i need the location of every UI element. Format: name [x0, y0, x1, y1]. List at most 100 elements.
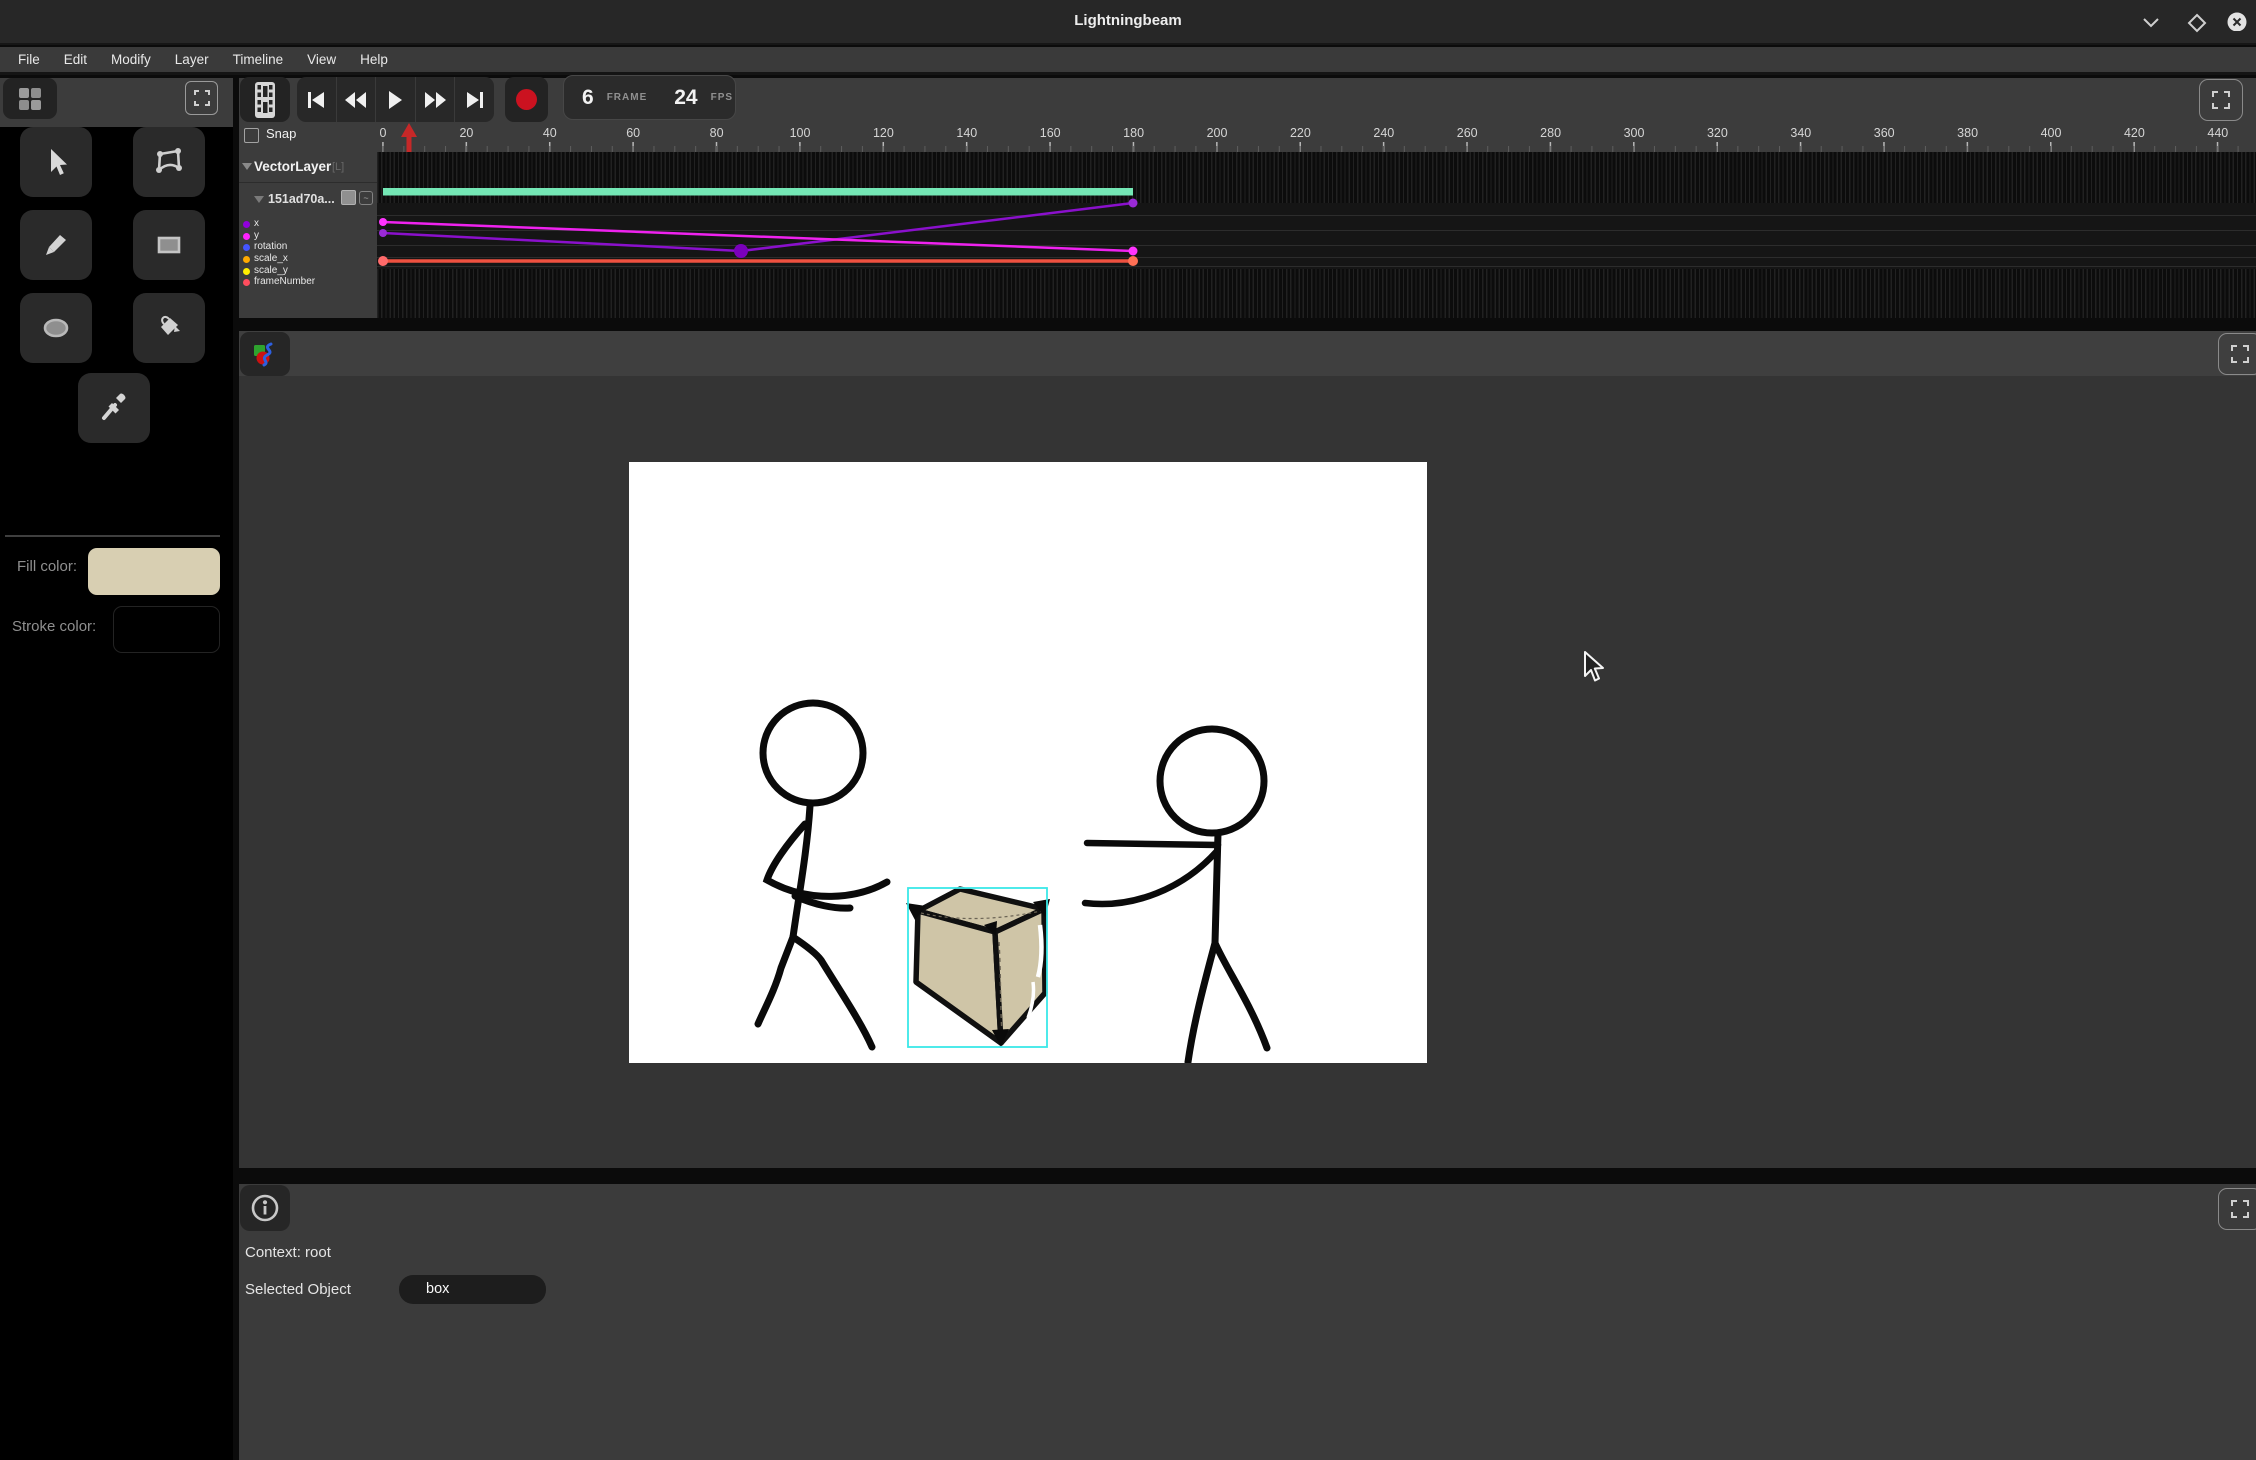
grid-icon: [18, 87, 42, 111]
ruler-tick-label: 60: [626, 126, 640, 140]
ruler-tick-label: 0: [380, 126, 387, 140]
filmstrip-icon: [255, 82, 275, 118]
ellipse-tool-button[interactable]: [20, 293, 92, 363]
info-tab-button[interactable]: [240, 1185, 290, 1231]
fill-color-swatch[interactable]: [88, 548, 220, 595]
play-button[interactable]: [376, 77, 416, 122]
stage-expand-button[interactable]: [2218, 333, 2256, 375]
transform-tool-button[interactable]: [133, 127, 205, 197]
record-icon: [516, 89, 537, 110]
timeline-expand-button[interactable]: [2199, 79, 2243, 121]
tools-expand-button[interactable]: [185, 81, 218, 115]
title-bar: Lightningbeam: [0, 0, 2256, 45]
pencil-icon: [38, 227, 74, 263]
fast-forward-icon: [424, 92, 446, 108]
select-tool-button[interactable]: [20, 127, 92, 197]
stick-figure-left: [758, 703, 887, 1047]
property-label: rotation: [254, 241, 287, 252]
layer-row-vectorlayer[interactable]: VectorLayer [L]: [239, 152, 377, 183]
skip-end-button[interactable]: [455, 77, 494, 122]
select-cursor-icon: [38, 144, 74, 180]
keyframe-dot: [1128, 256, 1138, 266]
object-visibility-toggle[interactable]: [341, 190, 356, 205]
selected-object-label: Selected Object: [245, 1281, 351, 1298]
info-expand-button[interactable]: [2218, 1188, 2256, 1230]
keyframe-dot: [1129, 199, 1138, 208]
property-label: y: [254, 230, 259, 241]
panel-grid-button[interactable]: [3, 78, 57, 119]
menu-timeline[interactable]: Timeline: [233, 52, 284, 67]
keyframe-dot: [379, 229, 387, 237]
eyedropper-tool-button[interactable]: [78, 373, 150, 443]
ruler-tick-label: 440: [2207, 126, 2228, 140]
menu-edit[interactable]: Edit: [64, 52, 87, 67]
snap-checkbox[interactable]: [244, 128, 259, 143]
ruler-tick-label: 180: [1123, 126, 1144, 140]
paint-bucket-tool-button[interactable]: [133, 293, 205, 363]
property-label: scale_x: [254, 253, 288, 264]
expand-icon: [194, 90, 210, 106]
property-color-dot: [243, 268, 250, 275]
fill-color-label: Fill color:: [17, 558, 77, 575]
keyframe-tracks[interactable]: [377, 152, 2256, 318]
fps-value[interactable]: 24: [674, 86, 697, 110]
expand-icon: [2212, 91, 2230, 109]
record-button[interactable]: [505, 77, 548, 122]
ruler-tick-label: 160: [1040, 126, 1061, 140]
current-frame-value[interactable]: 6: [582, 86, 594, 110]
skip-start-button[interactable]: [297, 77, 337, 122]
collapse-triangle-icon[interactable]: [254, 196, 264, 203]
menu-layer[interactable]: Layer: [175, 52, 209, 67]
ruler-tick-label: 340: [1790, 126, 1811, 140]
left-panel-header: [0, 78, 233, 127]
play-icon: [387, 91, 403, 109]
property-row-framenumber[interactable]: frameNumber: [239, 277, 377, 289]
stroke-color-swatch[interactable]: [113, 606, 220, 653]
maximize-diamond-icon[interactable]: [2186, 13, 2208, 33]
stage-panel: [239, 331, 2256, 1168]
frame-label: FRAME: [607, 92, 648, 103]
layer-span-bar: [383, 188, 1133, 196]
minimize-chevron-icon[interactable]: [2140, 13, 2162, 33]
ruler-tick-label: 300: [1624, 126, 1645, 140]
menu-help[interactable]: Help: [360, 52, 388, 67]
window-title: Lightningbeam: [0, 12, 2256, 29]
ruler-tick-label: 220: [1290, 126, 1311, 140]
timeline-panel-button[interactable]: [240, 77, 290, 122]
keyframe-curves[interactable]: [377, 152, 2256, 318]
ruler-tick-label: 420: [2124, 126, 2145, 140]
frame-counter: 6 FRAME 24 FPS: [563, 75, 736, 120]
ruler-tick-label: 200: [1207, 126, 1228, 140]
rewind-button[interactable]: [337, 77, 377, 122]
layer-name: VectorLayer: [254, 159, 331, 174]
stage-tab-button[interactable]: [240, 332, 290, 376]
ruler-tick-label: 120: [873, 126, 894, 140]
close-icon[interactable]: [2226, 11, 2248, 31]
expand-icon: [2231, 1200, 2249, 1218]
menu-modify[interactable]: Modify: [111, 52, 151, 67]
rewind-icon: [345, 92, 367, 108]
object-ease-toggle[interactable]: ~: [359, 191, 373, 205]
playhead-marker[interactable]: [401, 123, 417, 153]
rectangle-tool-button[interactable]: [133, 210, 205, 280]
keyframe-dot: [379, 218, 387, 226]
canvas[interactable]: [629, 462, 1427, 1063]
property-row-x[interactable]: x: [239, 219, 377, 231]
property-color-dot: [243, 233, 250, 240]
layer-type-badge: [L]: [332, 161, 344, 173]
menu-file[interactable]: File: [18, 52, 40, 67]
ellipse-icon: [38, 310, 74, 346]
property-color-dot: [243, 256, 250, 263]
fast-forward-button[interactable]: [416, 77, 456, 122]
property-list: x y rotation scale_x scale_y frameNumber: [239, 219, 377, 289]
draw-tool-button[interactable]: [20, 210, 92, 280]
expand-icon: [2231, 345, 2249, 363]
object-row[interactable]: 151ad70a... ~: [239, 183, 377, 216]
collapse-triangle-icon[interactable]: [242, 163, 252, 170]
menu-view[interactable]: View: [307, 52, 336, 67]
selected-object-input[interactable]: box: [399, 1275, 546, 1304]
property-color-dot: [243, 244, 250, 251]
playback-controls: [297, 77, 494, 122]
stage-artwork: [629, 462, 1427, 1063]
timeline-ruler[interactable]: 0 20 40 60 80 100 120 140 160 180 200 22…: [377, 126, 2256, 143]
